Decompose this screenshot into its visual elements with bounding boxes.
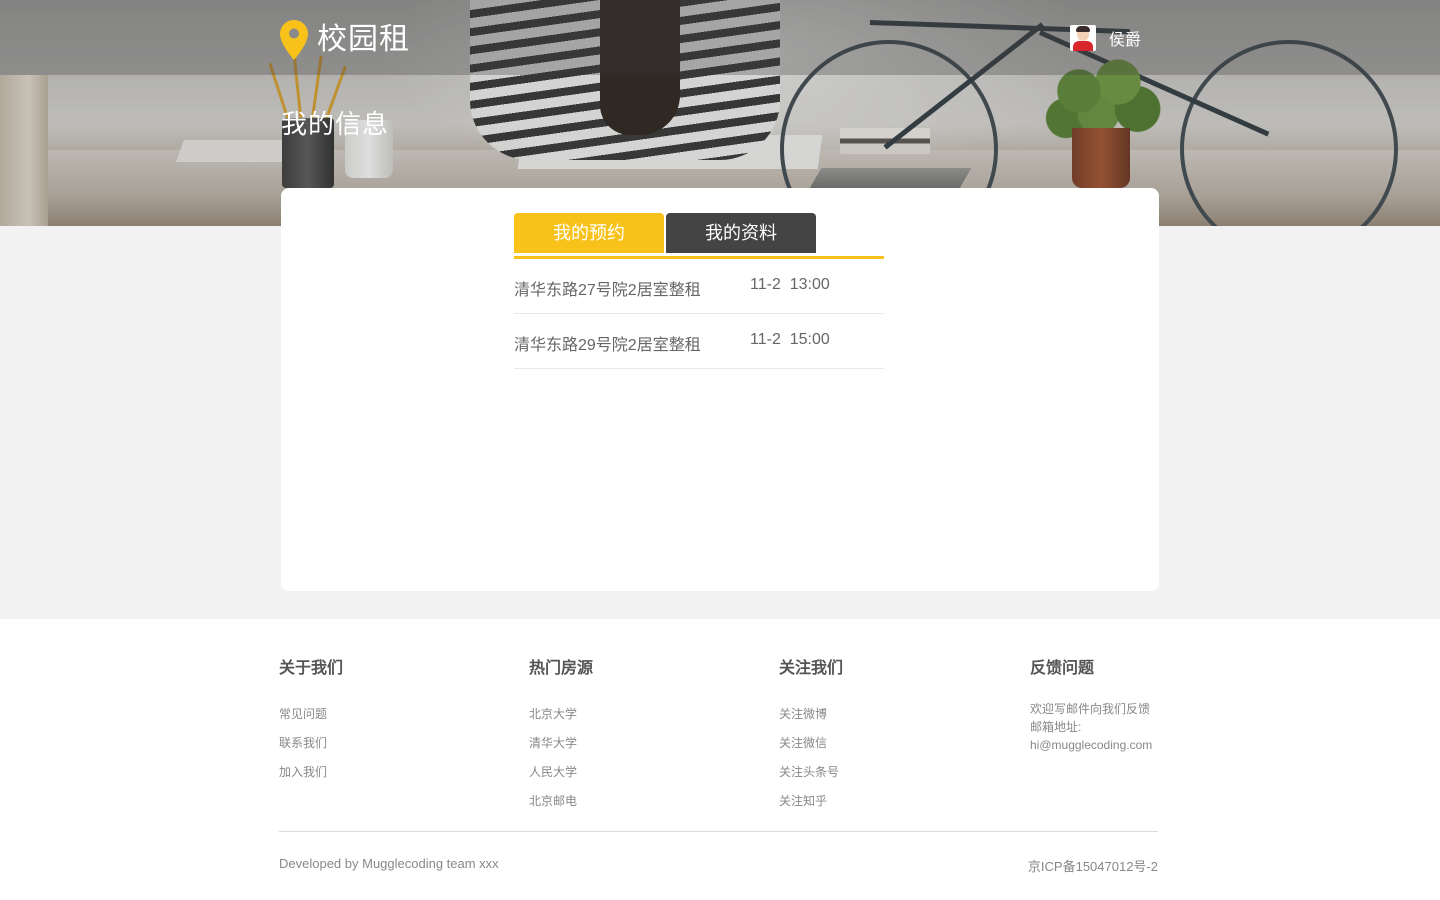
tab-my-profile[interactable]: 我的资料 [666, 213, 816, 253]
footer-link-join[interactable]: 加入我们 [279, 758, 479, 787]
footer-link-pku[interactable]: 北京大学 [529, 700, 729, 729]
top-bar: 校园租 侯爵 [0, 0, 1440, 75]
footer-column-follow: 关注我们 关注微博 关注微信 关注头条号 关注知乎 [779, 654, 979, 816]
feedback-email[interactable]: hi@mugglecoding.com [1030, 736, 1230, 754]
footer-link-toutiao[interactable]: 关注头条号 [779, 758, 979, 787]
footer-column-about: 关于我们 常见问题 联系我们 加入我们 [279, 654, 479, 787]
tab-my-reservations[interactable]: 我的预约 [514, 213, 664, 253]
footer-link-ruc[interactable]: 人民大学 [529, 758, 729, 787]
footer-link-bupt[interactable]: 北京邮电 [529, 787, 729, 816]
footer-credit: Developed by Mugglecoding team xxx [279, 856, 499, 871]
avatar-hair [1076, 26, 1090, 32]
reservation-time: 11-2 15:00 [750, 331, 830, 348]
reservation-row[interactable]: 清华东路27号院2居室整租 11-2 13:00 [514, 259, 884, 314]
avatar-shirt [1073, 41, 1093, 51]
footer-heading: 关于我们 [279, 660, 344, 677]
footer-icp: 京ICP备15047012号-2 [1027, 859, 1158, 874]
footer: 关于我们 常见问题 联系我们 加入我们 热门房源 北京大学 清华大学 人民大学 … [0, 619, 1440, 900]
username[interactable]: 侯爵 [1109, 26, 1141, 50]
footer-link-wechat[interactable]: 关注微信 [779, 729, 979, 758]
reservation-list: 清华东路27号院2居室整租 11-2 13:00 清华东路29号院2居室整租 1… [514, 259, 884, 369]
footer-link-tsinghua[interactable]: 清华大学 [529, 729, 729, 758]
page-title: 我的信息 [281, 109, 390, 139]
location-pin-icon [280, 20, 308, 60]
footer-heading: 关注我们 [779, 660, 844, 677]
reservation-name[interactable]: 清华东路27号院2居室整租 [514, 276, 701, 300]
user-menu[interactable]: 侯爵 [1070, 25, 1141, 51]
content-card: 我的预约 我的资料 清华东路27号院2居室整租 11-2 13:00 清华东路2… [281, 188, 1159, 591]
avatar[interactable] [1070, 25, 1096, 51]
footer-heading: 反馈问题 [1030, 660, 1095, 677]
footer-heading: 热门房源 [529, 660, 594, 677]
footer-column-feedback: 反馈问题 欢迎写邮件向我们反馈 邮箱地址: hi@mugglecoding.co… [1030, 654, 1230, 754]
feedback-line: 邮箱地址: [1030, 720, 1082, 734]
footer-link-zhihu[interactable]: 关注知乎 [779, 787, 979, 816]
reservation-name[interactable]: 清华东路29号院2居室整租 [514, 331, 701, 355]
footer-divider [279, 831, 1158, 832]
reservation-time: 11-2 13:00 [750, 276, 830, 293]
footer-link-contact[interactable]: 联系我们 [279, 729, 479, 758]
brand-name: 校园租 [317, 23, 410, 56]
footer-link-weibo[interactable]: 关注微博 [779, 700, 979, 729]
tab-bar: 我的预约 我的资料 [514, 213, 884, 259]
brand-logo[interactable]: 校园租 [280, 14, 410, 66]
footer-link-faq[interactable]: 常见问题 [279, 700, 479, 729]
feedback-line: 欢迎写邮件向我们反馈 [1030, 702, 1151, 716]
footer-column-hot-listings: 热门房源 北京大学 清华大学 人民大学 北京邮电 [529, 654, 729, 816]
feedback-text: 欢迎写邮件向我们反馈 邮箱地址: hi@mugglecoding.com [1030, 700, 1230, 754]
reservation-row[interactable]: 清华东路29号院2居室整租 11-2 15:00 [514, 314, 884, 369]
